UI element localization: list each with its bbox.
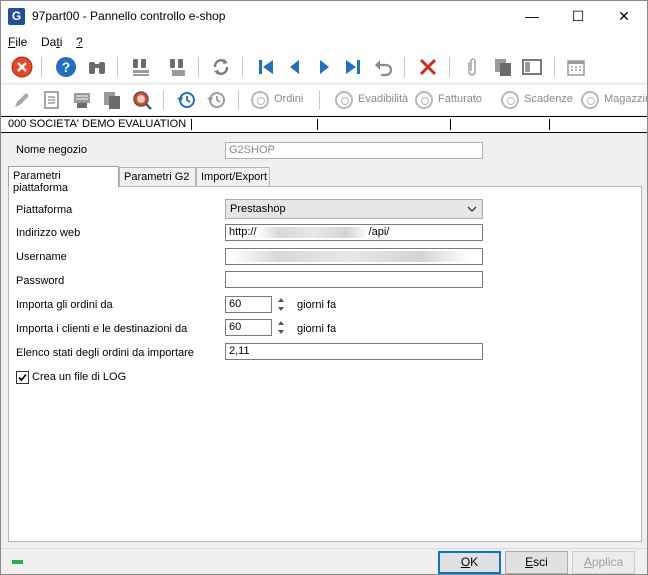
revenue-icon[interactable] xyxy=(415,91,433,109)
maximize-button[interactable]: ☐ xyxy=(555,1,601,31)
cancel-icon[interactable] xyxy=(10,55,34,79)
warehouse-icon[interactable] xyxy=(581,91,599,109)
menu-bar: File Dati ? xyxy=(1,31,647,52)
minimize-button[interactable]: — xyxy=(509,1,555,31)
search-zoom-icon[interactable] xyxy=(130,88,154,112)
username-field[interactable] xyxy=(225,248,483,265)
status-led-icon xyxy=(12,560,23,564)
clients-days-label: Importa i clienti e le destinazioni da xyxy=(16,323,188,335)
find-records-icon[interactable] xyxy=(129,55,153,79)
orders-days-label: Importa gli ordini da xyxy=(16,299,113,311)
ok-button[interactable]: OK xyxy=(438,551,501,574)
svg-text:?: ? xyxy=(62,59,71,75)
first-record-icon[interactable] xyxy=(254,55,278,79)
last-record-icon[interactable] xyxy=(341,55,365,79)
help-icon[interactable]: ? xyxy=(54,55,78,79)
shop-name-label: Nome negozio xyxy=(16,144,87,156)
revenue-label[interactable]: Fatturato xyxy=(438,93,482,105)
window-title: 97part00 - Pannello controllo e-shop xyxy=(32,9,226,23)
clients-days-unit: giorni fa xyxy=(297,323,337,335)
clients-days-spinner-icon[interactable] xyxy=(276,319,286,336)
undo-icon[interactable] xyxy=(371,55,395,79)
apply-button[interactable]: Applica xyxy=(572,551,635,574)
history-icon[interactable] xyxy=(174,88,198,112)
next-record-icon[interactable] xyxy=(312,55,336,79)
redacted-username xyxy=(229,250,469,262)
find-next-icon[interactable] xyxy=(165,55,189,79)
history-back-icon[interactable] xyxy=(204,88,228,112)
duplicate-icon[interactable] xyxy=(100,88,124,112)
checkmark-icon xyxy=(18,373,27,382)
password-field[interactable] xyxy=(225,271,483,288)
attachment-icon[interactable] xyxy=(460,55,484,79)
binoculars-icon[interactable] xyxy=(85,55,109,79)
document-list-icon[interactable] xyxy=(40,88,64,112)
menu-dati[interactable]: Dati xyxy=(41,35,62,49)
title-bar: G 97part00 - Pannello controllo e-shop —… xyxy=(1,1,647,31)
main-toolbar: ? xyxy=(1,52,647,82)
orders-days-spinner-icon[interactable] xyxy=(276,296,286,313)
close-window-button[interactable]: ✕ xyxy=(601,1,647,31)
orders-days-field[interactable]: 60 xyxy=(225,296,272,313)
orders-label[interactable]: Ordini xyxy=(274,93,303,105)
due-dates-label[interactable]: Scadenze xyxy=(524,93,573,105)
log-checkbox-label[interactable]: Crea un file di LOG xyxy=(32,371,126,383)
url-field[interactable]: http:///api/ xyxy=(225,224,483,241)
password-label: Password xyxy=(16,275,65,287)
company-name: 000 SOCIETA' DEMO EVALUATION xyxy=(8,118,187,130)
copy-icon[interactable] xyxy=(491,55,515,79)
tab-g2-params[interactable]: Parametri G2 xyxy=(119,167,196,187)
menu-help[interactable]: ? xyxy=(76,35,83,49)
tab-platform-params[interactable]: Parametri piattaforma xyxy=(8,166,119,194)
delete-icon[interactable] xyxy=(416,55,440,79)
tab-import-export[interactable]: Import/Export xyxy=(196,167,270,187)
due-dates-icon[interactable] xyxy=(501,91,519,109)
orders-days-unit: giorni fa xyxy=(297,299,337,311)
redacted-host xyxy=(256,226,369,238)
warehouse-label[interactable]: Magazzin xyxy=(604,93,647,105)
application-window: G 97part00 - Pannello controllo e-shop —… xyxy=(0,0,648,575)
exit-button[interactable]: Esci xyxy=(505,551,568,574)
previous-record-icon[interactable] xyxy=(283,55,307,79)
order-states-field[interactable]: 2,11 xyxy=(225,343,483,360)
menu-file[interactable]: File xyxy=(8,35,27,49)
clients-days-field[interactable]: 60 xyxy=(225,319,272,336)
secondary-toolbar: Ordini Evadibilità Fatturato Scadenze Ma… xyxy=(1,85,647,115)
availability-icon[interactable] xyxy=(335,91,353,109)
refresh-icon[interactable] xyxy=(209,55,233,79)
status-bar: OK Esci Applica xyxy=(1,548,647,574)
print-list-icon[interactable] xyxy=(70,88,94,112)
edit-pencil-icon[interactable] xyxy=(10,88,34,112)
chevron-down-icon xyxy=(467,206,477,212)
orders-icon[interactable] xyxy=(251,91,269,109)
url-label: Indirizzo web xyxy=(16,227,81,239)
platform-label: Piattaforma xyxy=(16,204,73,216)
layout-icon[interactable] xyxy=(520,55,544,79)
username-label: Username xyxy=(16,251,67,263)
order-states-label: Elenco stati degli ordini da importare xyxy=(16,347,194,359)
log-checkbox[interactable] xyxy=(16,371,29,384)
app-icon: G xyxy=(8,8,25,25)
availability-label[interactable]: Evadibilità xyxy=(358,93,408,105)
calendar-icon[interactable] xyxy=(564,55,588,79)
platform-select[interactable]: Prestashop xyxy=(225,199,483,219)
shop-name-field: G2SHOP xyxy=(225,142,483,159)
company-bar: 000 SOCIETA' DEMO EVALUATION xyxy=(1,116,647,133)
